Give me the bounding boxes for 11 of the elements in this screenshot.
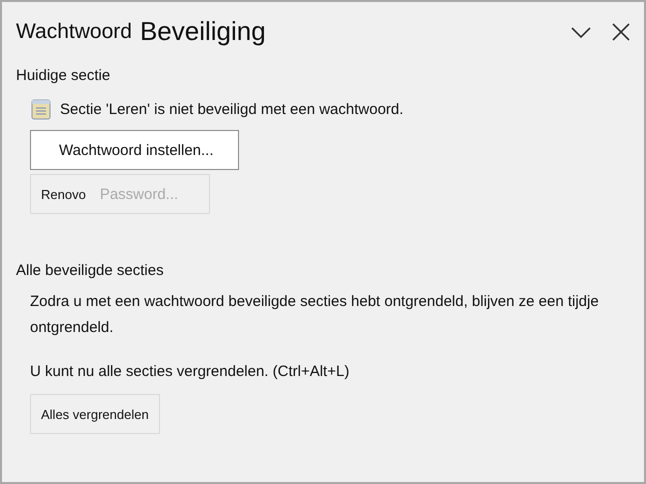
status-text: Sectie 'Leren' is niet beveiligd met een wachtwoord. (60, 100, 404, 118)
description-text: Zodra u met een wachtwoord beveiligde secties hebt ontgrendeld, blijven ze een tijdje ontgrendeld. (30, 292, 600, 338)
hint-text: U kunt nu alle secties vergrendelen. (Ctrl+Alt+L) (30, 363, 350, 380)
action-button[interactable]: Wachtwoord instellen... (30, 130, 239, 170)
section-heading: Alle beveiligde secties (16, 262, 165, 279)
notebook-icon (30, 98, 52, 120)
pane-title: Beveiliging (140, 16, 266, 47)
close-icon[interactable] (610, 20, 632, 42)
section-heading: Huidige sectie (16, 67, 112, 84)
pane-title: Wachtwoord (16, 20, 132, 44)
action-button[interactable]: Alles vergrendelen (30, 394, 160, 434)
